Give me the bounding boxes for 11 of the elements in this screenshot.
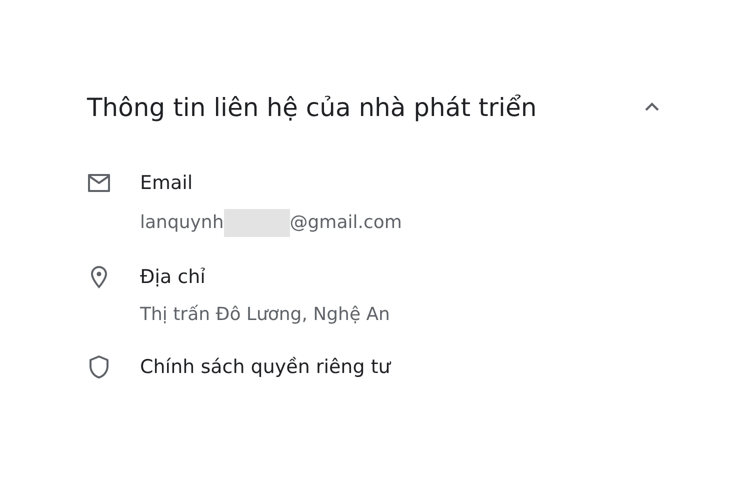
item-label[interactable]: Chính sách quyền riêng tư: [140, 355, 664, 379]
mail-icon: [87, 173, 111, 193]
location-pin-icon: [90, 265, 108, 289]
redaction-block: [224, 209, 290, 237]
shield-icon: [88, 355, 110, 379]
item-label[interactable]: Email: [140, 171, 664, 195]
email-text: @gmail.com: [290, 211, 402, 235]
section-title: Thông tin liên hệ của nhà phát triển: [87, 92, 537, 122]
address-text: Thị trấn Đô Lương, Nghệ An: [140, 303, 390, 327]
item-label[interactable]: Địa chỉ: [140, 265, 664, 289]
email-text: lanquynh: [140, 211, 224, 235]
